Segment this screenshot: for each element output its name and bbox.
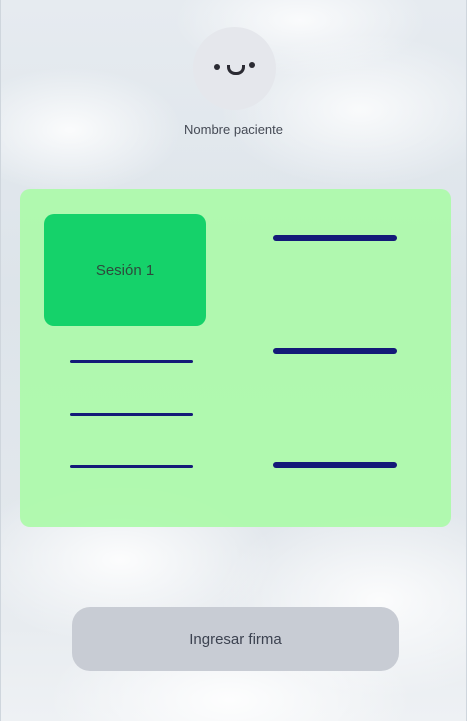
- patient-name: Nombre paciente: [184, 122, 283, 137]
- placeholder-line-right-1: [273, 235, 397, 241]
- avatar-smile-icon: [227, 65, 245, 75]
- left-frame-border: [0, 0, 1, 721]
- session-tile[interactable]: Sesión 1: [44, 214, 206, 326]
- placeholder-line-left-2: [70, 413, 193, 416]
- session-card: Sesión 1: [20, 189, 451, 527]
- enter-signature-button[interactable]: Ingresar firma: [72, 607, 399, 671]
- avatar-left-eye-icon: [214, 64, 220, 70]
- placeholder-line-right-2: [273, 348, 397, 354]
- placeholder-line-right-3: [273, 462, 397, 468]
- patient-avatar: [193, 27, 276, 110]
- enter-signature-label: Ingresar firma: [189, 630, 282, 648]
- placeholder-line-left-3: [70, 465, 193, 468]
- session-label: Sesión 1: [95, 261, 155, 279]
- placeholder-line-left-1: [70, 360, 193, 363]
- avatar-right-eye-icon: [249, 62, 255, 68]
